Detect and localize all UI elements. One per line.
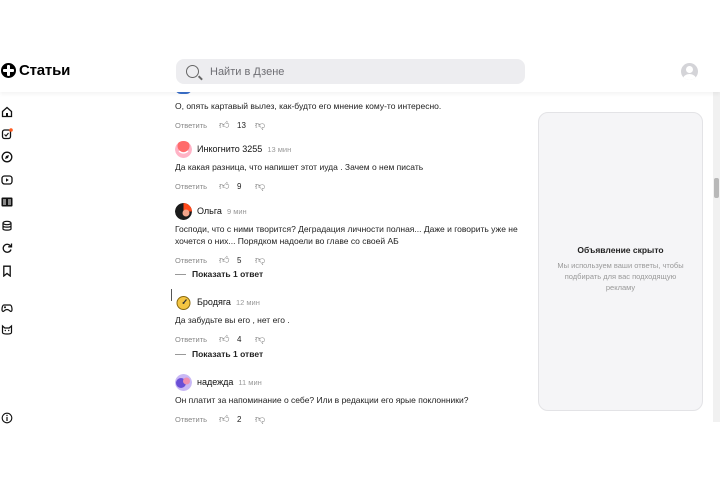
user-avatar[interactable]	[681, 63, 698, 80]
search-input[interactable]	[210, 65, 510, 78]
reply-button[interactable]: Ответить	[175, 335, 219, 344]
bookmark-icon[interactable]	[1, 265, 13, 277]
comment-time: 12 мин	[235, 297, 260, 307]
show-replies-label: Показать 1 ответ	[192, 349, 264, 359]
like-count: 4	[237, 334, 242, 344]
show-replies-label: Показать 1 ответ	[192, 269, 264, 279]
database-icon[interactable]	[1, 220, 13, 232]
comment-item: Инкогнито 3255 13 мин Да какая разница, …	[175, 140, 535, 192]
reply-line	[175, 353, 186, 355]
comment-header: Ольга 9 мин	[175, 202, 535, 220]
like-icon[interactable]: 👍︎	[219, 254, 237, 266]
comment-actions: Ответить 👍︎ 2 👎︎	[175, 413, 535, 425]
articles-icon[interactable]	[1, 196, 13, 208]
like-icon[interactable]: 👍︎	[219, 333, 237, 345]
comment-author[interactable]: Бродяга	[197, 297, 231, 307]
comment-actions: Ответить 👍︎ 4 👎︎	[175, 333, 535, 345]
comment-header: Бродяга 12 мин	[175, 293, 535, 311]
avatar[interactable]	[175, 202, 192, 220]
comment-actions: Ответить 👍︎ 9 👎︎	[175, 180, 535, 192]
comment-author[interactable]: надежда	[197, 377, 233, 387]
comment-actions: Ответить 👍︎ 13 👎︎	[175, 119, 535, 131]
like-icon[interactable]: 👍︎	[219, 180, 237, 192]
reply-button[interactable]: Ответить	[175, 415, 219, 424]
avatar[interactable]	[175, 373, 192, 391]
reply-button[interactable]: Ответить	[175, 256, 219, 265]
comment-item: Бродяга 12 мин Да забудьте вы его , нет …	[175, 293, 535, 345]
dislike-icon[interactable]: 👎︎	[255, 254, 265, 266]
search-bar[interactable]	[176, 59, 525, 84]
refresh-icon[interactable]	[1, 242, 13, 254]
top-header: Статьи	[0, 0, 720, 92]
like-count: 2	[237, 414, 242, 424]
like-icon[interactable]: 👍︎	[219, 119, 237, 131]
ad-placeholder: Объявление скрыто Мы используем ваши отв…	[538, 112, 703, 411]
compass-icon[interactable]	[1, 151, 13, 163]
logo[interactable]: Статьи	[1, 62, 70, 79]
reply-button[interactable]: Ответить	[175, 182, 219, 191]
comment-header: надежда 11 мин	[175, 373, 535, 391]
comment-time: 13 мин	[267, 144, 292, 154]
video-icon[interactable]	[1, 174, 13, 186]
avatar[interactable]	[175, 293, 192, 311]
text-cursor	[171, 289, 172, 301]
like-count: 9	[237, 181, 242, 191]
dislike-icon[interactable]: 👎︎	[255, 119, 265, 131]
comment-time: 11 мин	[238, 377, 262, 387]
comment-time: 9 мин	[226, 206, 247, 216]
comment-item: надежда 11 мин Он платит за напоминание …	[175, 373, 535, 425]
comment-author[interactable]: Инкогнито 3255	[197, 144, 262, 154]
ad-subtitle: Мы используем ваши ответы, чтобы подбира…	[557, 261, 684, 292]
cat-icon[interactable]	[1, 324, 13, 336]
comment-text: Да забудьте вы его , нет его .	[175, 315, 290, 325]
show-replies-button[interactable]: Показать 1 ответ	[175, 349, 263, 359]
like-icon[interactable]: 👍︎	[219, 413, 237, 425]
comment-item: О, опять картавый вылез, как-будто его м…	[175, 97, 535, 131]
notifications-icon[interactable]	[1, 128, 13, 140]
like-count: 13	[237, 120, 246, 130]
dislike-icon[interactable]: 👎︎	[255, 333, 265, 345]
dzen-logo-icon	[1, 63, 16, 78]
comment-text: О, опять картавый вылез, как-будто его м…	[175, 101, 442, 111]
dislike-icon[interactable]: 👎︎	[255, 413, 265, 425]
avatar[interactable]	[175, 140, 192, 158]
comment-text: Да какая разница, что напишет этот иуда …	[175, 162, 424, 172]
reply-line	[175, 273, 186, 275]
show-replies-button[interactable]: Показать 1 ответ	[175, 269, 263, 279]
comment-header: Инкогнито 3255 13 мин	[175, 140, 535, 158]
scrollbar[interactable]	[713, 92, 720, 422]
search-icon	[186, 65, 199, 78]
like-count: 5	[237, 255, 242, 265]
games-icon[interactable]	[1, 302, 13, 314]
info-icon[interactable]	[1, 412, 13, 424]
comment-text: Господи, что с ними творится? Деградация…	[175, 224, 518, 246]
reply-button[interactable]: Ответить	[175, 121, 219, 130]
ad-title: Объявление скрыто	[577, 245, 664, 255]
comment-actions: Ответить 👍︎ 5 👎︎	[175, 254, 535, 266]
logo-text: Статьи	[19, 62, 71, 79]
comment-author[interactable]: Ольга	[197, 206, 222, 216]
comment-text: Он платит за напоминание о себе? Или в р…	[175, 395, 469, 405]
home-icon[interactable]	[1, 106, 13, 118]
dislike-icon[interactable]: 👎︎	[255, 180, 265, 192]
scrollbar-thumb[interactable]	[714, 178, 719, 198]
comment-item: Ольга 9 мин Господи, что с ними творится…	[175, 202, 535, 266]
